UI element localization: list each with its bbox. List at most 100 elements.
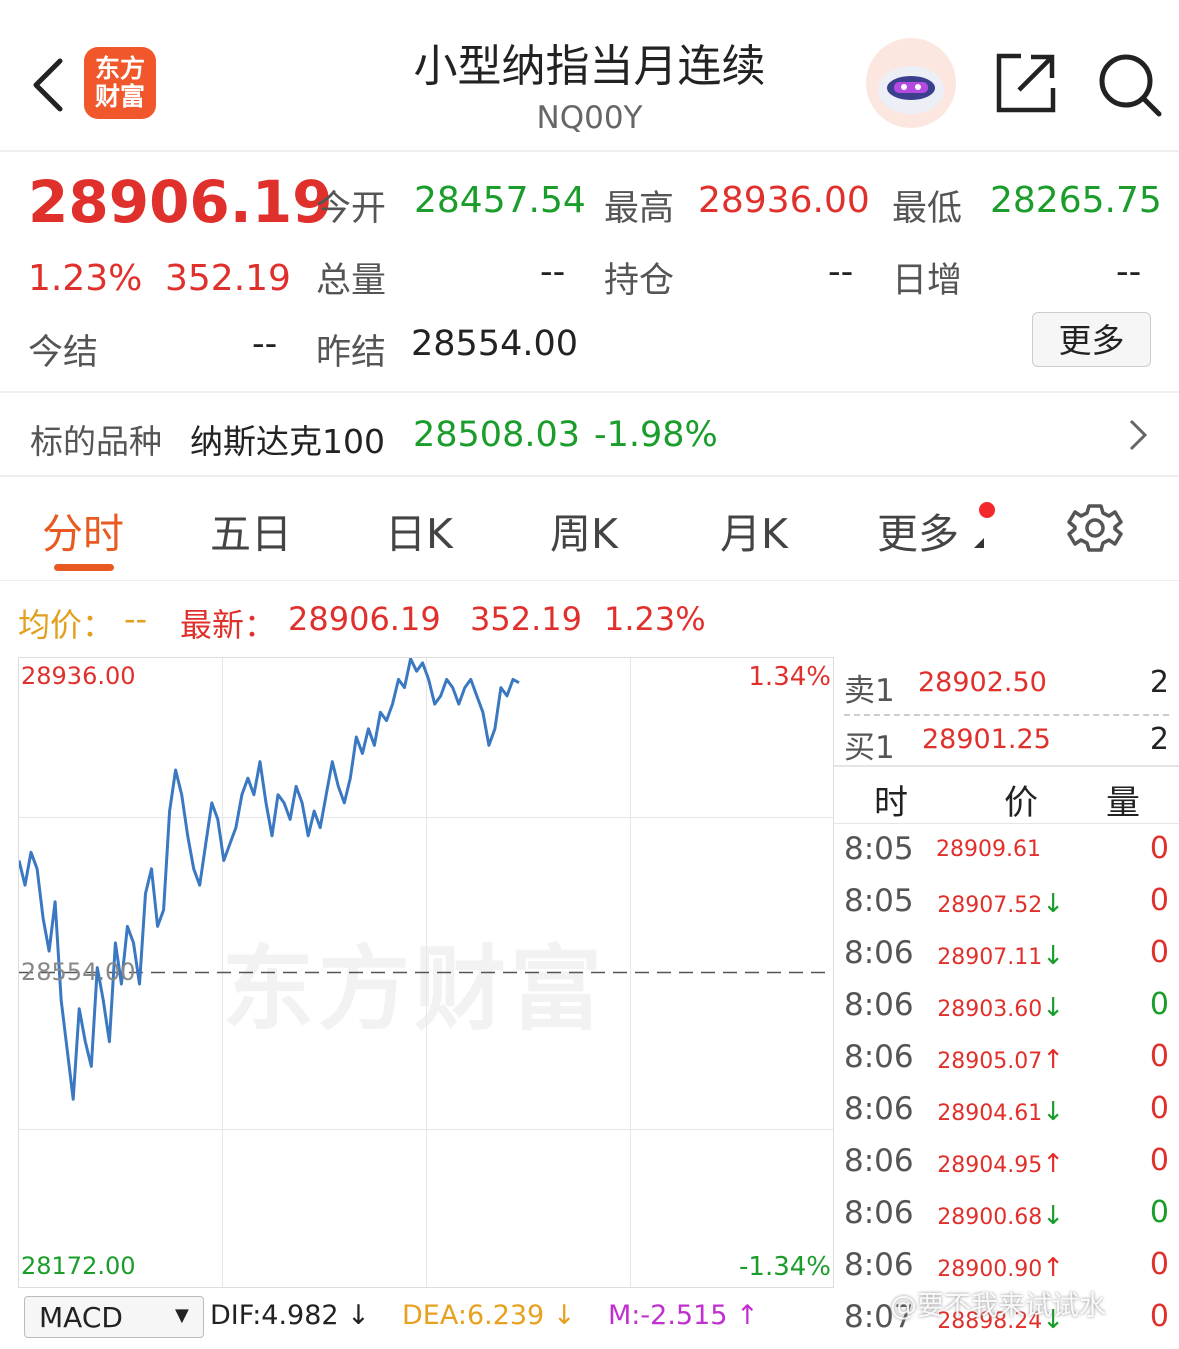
tick-row: 8:06 28905.07↑ 0: [834, 1037, 1179, 1089]
divider: [0, 580, 1179, 581]
arrow-down-icon: ↓: [1042, 1097, 1064, 1127]
sell-price: 28902.50: [918, 667, 1047, 698]
tick-price: 28907.52↓: [937, 889, 1064, 919]
tick-row: 8:06 28904.95↑ 0: [834, 1141, 1179, 1193]
arrow-up-icon: ↑: [1042, 1045, 1064, 1075]
macd-dif: DIF:4.982 ↓: [210, 1300, 370, 1331]
volume-value: --: [540, 252, 566, 292]
tick-time: 8:05: [844, 831, 914, 867]
tick-row: 8:06 28903.60↓ 0: [834, 985, 1179, 1037]
tab-more[interactable]: 更多: [877, 500, 959, 560]
prev-settle-value: 28554.00: [411, 324, 579, 364]
position-label: 持仓: [604, 261, 675, 301]
tick-time: 8:06: [844, 987, 914, 1023]
tick-qty: 0: [1149, 1143, 1169, 1178]
sell-qty: 2: [1149, 665, 1169, 700]
divider: [0, 475, 1179, 477]
macd-bar: MACD ▼ DIF:4.982 ↓ DEA:6.239 ↓ M:-2.515 …: [0, 1290, 834, 1338]
notification-dot: [979, 502, 995, 518]
tick-row: 8:06 28904.61↓ 0: [834, 1089, 1179, 1141]
macd-dea: DEA:6.239 ↓: [402, 1300, 576, 1331]
macd-m: M:-2.515 ↑: [608, 1300, 759, 1331]
tick-qty: 0: [1149, 1299, 1169, 1334]
tab-monthly-k[interactable]: 月K: [720, 500, 788, 560]
tick-time: 8:06: [844, 1247, 914, 1283]
indicator-selector[interactable]: MACD ▼: [24, 1296, 204, 1338]
change-amount: 352.19: [165, 258, 291, 299]
arrow-down-icon: ↓: [1042, 993, 1064, 1023]
tick-qty: 0: [1149, 1039, 1169, 1074]
active-tab-indicator: [54, 564, 114, 571]
daily-increase-value: --: [1116, 252, 1142, 292]
chevron-right-icon: [1129, 419, 1148, 451]
latest-value: 28906.19: [288, 600, 441, 638]
buy-label: 买1: [844, 730, 895, 766]
price-line-svg: [19, 658, 833, 1101]
divider: [834, 823, 1179, 824]
tick-price: 28904.61↓: [937, 1097, 1064, 1127]
last-price: 28906.19: [28, 168, 333, 236]
settle-value: --: [252, 324, 278, 364]
ticks-header-qty: 量: [1106, 783, 1140, 823]
tick-time: 8:06: [844, 1091, 914, 1127]
latest-pct: 1.23%: [604, 600, 706, 638]
tick-time: 8:06: [844, 935, 914, 971]
tick-qty: 0: [1149, 1091, 1169, 1126]
volume-label: 总量: [316, 261, 387, 301]
tab-intraday[interactable]: 分时: [42, 500, 124, 560]
latest-change: 352.19: [470, 600, 582, 638]
y-top-label: 28936.00: [21, 662, 136, 690]
tick-price: 28905.07↑: [937, 1045, 1064, 1075]
order-panel: 卖1 28902.50 2 买1 28901.25 2 时 价 量 8:05 28…: [834, 657, 1179, 1335]
dropdown-triangle-icon: [974, 538, 984, 548]
pct-top-label: 1.34%: [748, 662, 831, 692]
tab-five-day[interactable]: 五日: [210, 500, 292, 560]
open-label: 今开: [316, 189, 387, 229]
underlying-change: -1.98%: [594, 415, 718, 455]
avg-value: --: [124, 600, 148, 638]
tick-qty: 0: [1149, 831, 1169, 866]
sell-label: 卖1: [844, 673, 895, 709]
settle-label: 今结: [28, 333, 99, 373]
arrow-up-icon: ↑: [1042, 1253, 1064, 1283]
assistant-avatar[interactable]: [866, 38, 956, 128]
high-value: 28936.00: [698, 180, 870, 221]
underlying-price: 28508.03: [413, 415, 581, 455]
latest-label: 最新：: [180, 606, 277, 644]
tick-qty: 0: [1149, 883, 1169, 918]
indicator-selector-label: MACD: [39, 1301, 123, 1334]
arrow-up-icon: ↑: [1042, 1149, 1064, 1179]
header: 东方 财富 小型纳指当月连续 NQ00Y: [0, 0, 1179, 152]
tick-time: 8:06: [844, 1143, 914, 1179]
underlying-name: 纳斯达克100: [190, 422, 385, 461]
y-mid-label: 28554.00: [21, 958, 136, 986]
divider: [834, 765, 1179, 767]
low-value: 28265.75: [990, 180, 1162, 221]
tick-price: 28903.60↓: [937, 993, 1064, 1023]
intraday-chart[interactable]: 28936.00 28554.00 28172.00 1.34% -1.34%: [18, 657, 834, 1288]
arrow-down-icon: ↓: [1042, 1201, 1064, 1231]
tab-daily-k[interactable]: 日K: [385, 500, 453, 560]
ticks-header-time: 时: [874, 783, 908, 823]
tick-qty: 0: [1149, 1195, 1169, 1230]
high-label: 最高: [604, 189, 675, 229]
tab-weekly-k[interactable]: 周K: [550, 500, 618, 560]
share-icon[interactable]: [995, 52, 1057, 114]
tick-row: 8:05 28907.52↓ 0: [834, 881, 1179, 933]
tick-row: 8:06 28900.68↓ 0: [834, 1193, 1179, 1245]
underlying-row[interactable]: 标的品种 纳斯达克100 28508.03 -1.98%: [0, 393, 1179, 475]
tick-price: 28907.11↓: [937, 941, 1064, 971]
arrow-down-icon: ↓: [1042, 889, 1064, 919]
more-button[interactable]: 更多: [1032, 312, 1151, 367]
tick-price: 28900.68↓: [937, 1201, 1064, 1231]
open-value: 28457.54: [414, 180, 586, 221]
ticks-header-price: 价: [1004, 783, 1038, 823]
tick-qty: 0: [1149, 987, 1169, 1022]
tick-price: 28904.95↑: [937, 1149, 1064, 1179]
underlying-label: 标的品种: [30, 422, 162, 461]
caret-down-icon: ▼: [175, 1305, 189, 1326]
buy-qty: 2: [1149, 722, 1169, 757]
price-series-line: [19, 658, 520, 1101]
gear-icon[interactable]: [1067, 500, 1123, 556]
search-icon[interactable]: [1097, 52, 1163, 118]
